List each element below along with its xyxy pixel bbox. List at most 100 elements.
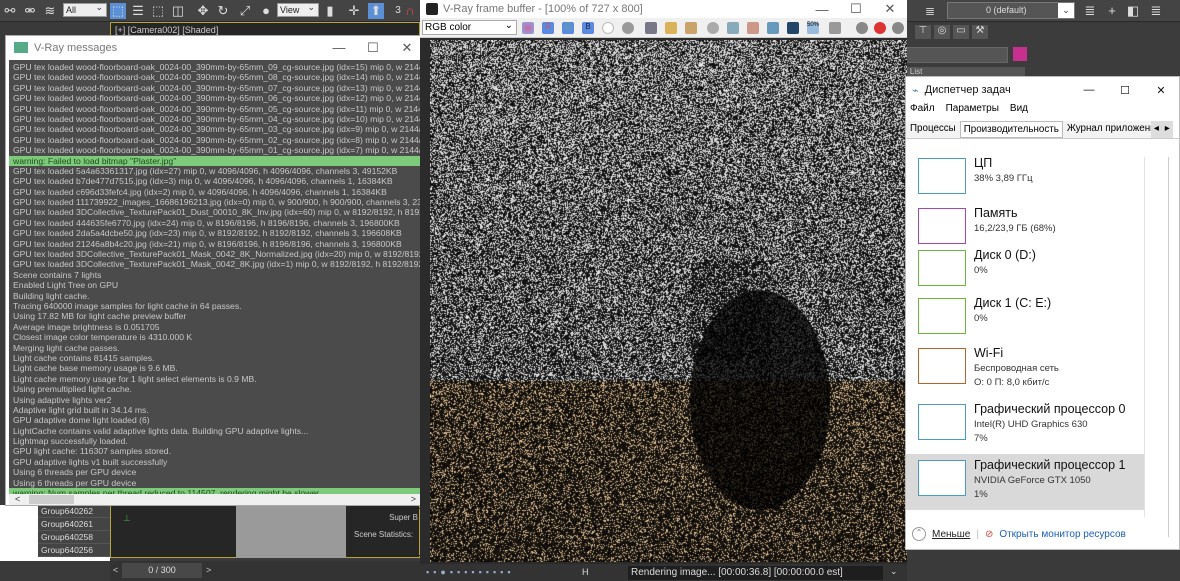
- scale-icon[interactable]: ⤢: [237, 3, 253, 19]
- minimize-button[interactable]: —: [1071, 84, 1107, 96]
- perf-item-name: Диск 0 (D:): [974, 248, 1036, 262]
- perf-item-name: Диск 1 (C: E:): [974, 296, 1052, 310]
- statusbar-tool-icons[interactable]: ▪▪●▪▪▪▪▪▪▪▪▪: [426, 567, 515, 577]
- reference-coord-dropdown[interactable]: View: [277, 1, 319, 17]
- red-channel-toggle[interactable]: R: [542, 22, 554, 34]
- name-field[interactable]: [905, 47, 1008, 63]
- time-prev-icon[interactable]: <: [113, 565, 118, 575]
- keyboard-shortcut-icon[interactable]: ⬆: [368, 3, 384, 19]
- render-image[interactable]: [430, 40, 907, 562]
- scroll-right-icon[interactable]: >: [411, 494, 416, 504]
- select-in-layer-icon[interactable]: ◧: [1125, 3, 1141, 19]
- zoom-50-button[interactable]: 50%: [807, 22, 819, 34]
- outliner-item[interactable]: Group640262: [38, 505, 110, 518]
- close-button[interactable]: ✕: [390, 40, 424, 56]
- viewport-label[interactable]: [+] [Camera002] [Shaded]: [115, 25, 218, 35]
- selection-filter-dropdown[interactable]: All: [63, 1, 107, 17]
- close-button[interactable]: ✕: [873, 1, 907, 17]
- chevron-down-icon[interactable]: ⌄: [1058, 3, 1074, 18]
- select-by-name-icon[interactable]: ☰: [130, 3, 146, 19]
- open-resource-monitor-link[interactable]: Открыть монитор ресурсов: [999, 529, 1126, 540]
- color-channels-icon[interactable]: [522, 22, 534, 34]
- tab-scroll-right-icon[interactable]: ▸: [1161, 121, 1173, 138]
- tab-performance[interactable]: Производительность: [959, 121, 1063, 138]
- link-to-max-icon[interactable]: [829, 22, 841, 34]
- lens-effects-icon[interactable]: [787, 22, 799, 34]
- display-tab-icon[interactable]: ▭: [953, 25, 969, 39]
- object-color-swatch[interactable]: [1013, 47, 1027, 61]
- log-line: GPU adaptive lights v1 built successfull…: [13, 456, 168, 467]
- tab-bar: Процессы Производительность Журнал прило…: [906, 121, 1179, 139]
- move-icon[interactable]: ✥: [195, 3, 211, 19]
- close-button[interactable]: ✕: [1143, 84, 1179, 97]
- green-channel-toggle[interactable]: G: [562, 22, 574, 34]
- select-manipulate-icon[interactable]: ✛: [346, 3, 362, 19]
- detail-pane-scrollbar[interactable]: [1168, 157, 1180, 537]
- scrollbar-thumb[interactable]: [29, 495, 74, 504]
- time-slider-thumb[interactable]: 0 / 300: [122, 563, 202, 578]
- perf-item[interactable]: Wi-Fi Беспроводная сеть О: 0 П: 8,0 кбит/с: [906, 342, 1144, 398]
- menu-options[interactable]: Параметры: [946, 103, 999, 121]
- expand-icon[interactable]: ⌄: [890, 566, 898, 577]
- new-layer-icon[interactable]: ≣: [1082, 3, 1098, 19]
- history-button[interactable]: H: [582, 567, 589, 577]
- add-to-layer-icon[interactable]: +: [1104, 3, 1120, 19]
- perf-item[interactable]: Диск 1 (C: E:) 0%: [906, 292, 1144, 348]
- outliner-item[interactable]: Group640258: [38, 531, 110, 544]
- minimize-button[interactable]: —: [322, 40, 356, 55]
- perf-item-name: Память: [974, 206, 1018, 220]
- mono-icon[interactable]: [622, 22, 634, 34]
- link-icon[interactable]: ⚯: [2, 3, 18, 19]
- horizontal-scrollbar[interactable]: < >: [9, 494, 422, 505]
- fewer-details-button[interactable]: Меньше: [932, 529, 970, 540]
- perf-item[interactable]: ЦП 38% 3,89 ГГц: [906, 152, 1144, 208]
- alpha-white-icon[interactable]: [602, 22, 614, 34]
- menu-file[interactable]: Файл: [910, 103, 935, 121]
- pivot-icon[interactable]: ▮: [322, 3, 338, 19]
- maximize-button[interactable]: ☐: [356, 40, 390, 56]
- region-render-icon[interactable]: [767, 22, 779, 34]
- message-log[interactable]: GPU tex loaded wood-floorboard-oak_0024-…: [9, 60, 422, 497]
- tab-scroll-left-icon[interactable]: ◂: [1150, 121, 1162, 138]
- blue-channel-toggle[interactable]: B: [582, 22, 594, 34]
- scroll-left-icon[interactable]: <: [15, 494, 20, 504]
- menu-view[interactable]: Вид: [1010, 103, 1028, 121]
- minimize-button[interactable]: —: [805, 2, 839, 17]
- save-image-icon[interactable]: [645, 22, 657, 34]
- tab-processes[interactable]: Процессы: [906, 121, 960, 138]
- channel-dropdown[interactable]: RGB color ⌄: [422, 20, 517, 35]
- utilities-tab-icon[interactable]: ⚒: [972, 25, 988, 39]
- select-object-icon[interactable]: ⬚: [110, 3, 126, 19]
- maximize-button[interactable]: ☐: [1107, 84, 1143, 97]
- layer-icon[interactable]: ≣: [925, 4, 939, 18]
- render-icon[interactable]: [856, 22, 868, 34]
- outliner-item[interactable]: Group640256: [38, 544, 110, 557]
- magnet-icon[interactable]: ∩: [402, 3, 418, 19]
- window-crossing-icon[interactable]: ◫: [170, 3, 186, 19]
- duplicate-to-max-icon[interactable]: [727, 22, 739, 34]
- load-image-icon[interactable]: [665, 22, 677, 34]
- unlink-icon[interactable]: ⚮: [22, 3, 38, 19]
- motion-tab-icon[interactable]: ◎: [934, 25, 950, 39]
- rect-selection-icon[interactable]: ⬚: [150, 3, 166, 19]
- time-next-icon[interactable]: >: [206, 565, 211, 575]
- follow-mouse-icon[interactable]: [747, 22, 759, 34]
- perf-item[interactable]: Графический процессор 1 NVIDIA GeForce GT…: [906, 454, 1144, 510]
- layer-dropdown[interactable]: 0 (default) ⌄: [947, 2, 1075, 19]
- clear-image-icon[interactable]: [685, 22, 697, 34]
- rotate-icon[interactable]: ↻: [215, 3, 231, 19]
- hierarchy-tab-icon[interactable]: ⊤: [915, 25, 931, 39]
- perf-item[interactable]: Графический процессор 0 Intel(R) UHD Grap…: [906, 398, 1144, 454]
- bind-spacewarp-icon[interactable]: ≋: [42, 3, 58, 19]
- stop-dot-icon[interactable]: [707, 22, 719, 34]
- time-slider[interactable]: < 0 / 300 >: [110, 561, 420, 581]
- set-current-layer-icon[interactable]: ≣: [1148, 3, 1164, 19]
- chevron-up-icon[interactable]: ⌃: [912, 527, 926, 541]
- outliner-item[interactable]: Group640261: [38, 518, 110, 531]
- tab-app-history[interactable]: Журнал приложени: [1062, 121, 1151, 138]
- stop-render-icon[interactable]: [874, 22, 886, 34]
- place-icon[interactable]: ●: [258, 3, 274, 19]
- window-title: V-Ray messages: [34, 41, 118, 54]
- interactive-render-icon[interactable]: [892, 22, 904, 34]
- maximize-button[interactable]: ☐: [839, 1, 873, 17]
